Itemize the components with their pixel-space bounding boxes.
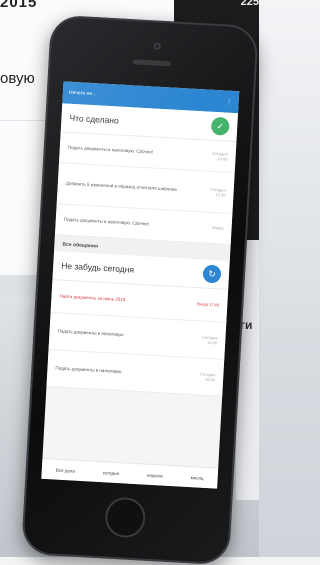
home-button[interactable]	[104, 496, 147, 539]
background-word-fragment: овую	[0, 70, 35, 87]
today-section: Не забудь сегодня ↻ Найти документы за и…	[46, 251, 230, 397]
done-check-icon[interactable]: ✓	[210, 116, 230, 136]
background-right-text: 225	[240, 0, 259, 8]
task-time: Сегодня 14:00	[201, 334, 218, 346]
task-text: Подать документы в налоговую. Срочно!	[63, 216, 150, 227]
task-text: Подать документы в налоговую. Срочно!	[67, 144, 154, 155]
smartphone: Ничего не... ⋮ Что сделано ✓ Подать доку…	[21, 14, 259, 565]
task-text: Добавить 5 изменений в образец отчетного…	[65, 180, 177, 192]
done-section-title: Что сделано	[69, 112, 120, 126]
task-time: Сегодня 12:30	[210, 186, 226, 198]
add-task-icon[interactable]: ↻	[202, 264, 222, 284]
task-text: Подать документы в налоговую	[57, 328, 124, 337]
bottom-nav: Все дела сегодня неделю месяц	[41, 457, 219, 489]
photo-scene: 2015 овую 225 ги Ничего не... ⋮ Что сдел…	[0, 0, 259, 565]
task-text: Найти документы за июнь 2015	[59, 293, 126, 303]
nav-tab-week[interactable]: неделю	[147, 472, 163, 478]
task-time: Вчера 17:00	[196, 301, 220, 308]
task-time: Сегодня 16:00	[199, 371, 216, 383]
background-year-text: 2015	[0, 0, 38, 11]
earpiece-speaker	[132, 59, 171, 67]
app-title: Ничего не...	[68, 89, 97, 98]
done-section: Что сделано ✓ Подать документы в налогов…	[54, 103, 239, 245]
task-text: Подать документы в налоговую	[55, 365, 122, 374]
nav-tab-month[interactable]: месяц	[191, 475, 204, 481]
kebab-icon[interactable]: ⋮	[225, 97, 232, 105]
nav-tab-today[interactable]: сегодня	[103, 470, 120, 476]
nav-tab-all[interactable]: Все дела	[56, 467, 75, 473]
task-time: Вчера	[212, 225, 224, 231]
today-section-title: Не забудь сегодня	[60, 260, 135, 275]
front-camera	[153, 42, 161, 50]
phone-screen: Ничего не... ⋮ Что сделано ✓ Подать доку…	[41, 81, 240, 489]
task-time: Сегодня 14:00	[212, 150, 228, 162]
